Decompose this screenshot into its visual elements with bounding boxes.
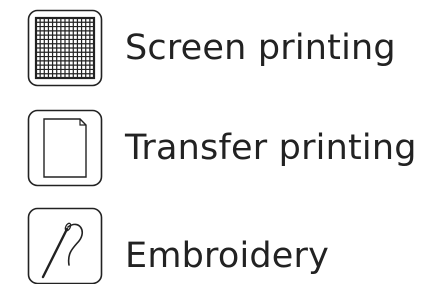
option-transfer-printing[interactable]: Transfer printing: [0, 109, 436, 187]
option-label: Embroidery: [125, 236, 330, 276]
option-screen-printing[interactable]: Screen printing: [0, 9, 436, 87]
screen-mesh-icon: [27, 9, 103, 87]
option-label: Screen printing: [125, 28, 396, 68]
option-label: Transfer printing: [125, 128, 417, 168]
print-method-options: Screen printing Transfer printing Embroi…: [0, 0, 436, 284]
option-embroidery[interactable]: Embroidery: [0, 207, 436, 284]
transfer-sheet-icon: [27, 109, 103, 187]
needle-thread-icon: [27, 207, 103, 284]
